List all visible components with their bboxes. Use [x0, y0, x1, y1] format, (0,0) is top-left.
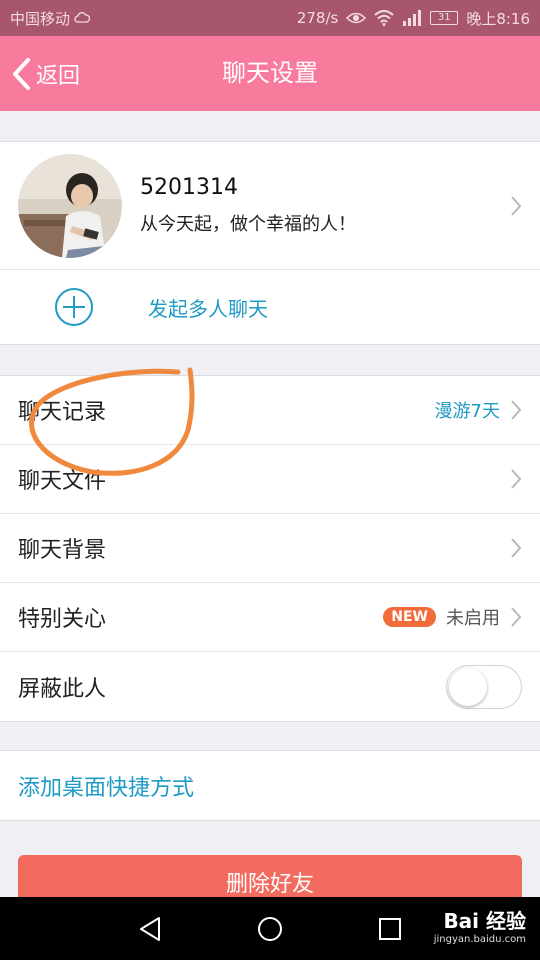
chevron-right-icon: [511, 400, 522, 420]
chat-files-label: 聊天文件: [18, 469, 107, 494]
chevron-right-icon: [511, 195, 522, 216]
watermark: Bai 经验 jingyan.baidu.com: [434, 905, 526, 945]
block-user-label: 屏蔽此人: [18, 676, 107, 702]
shortcut-section: 添加桌面快捷方式: [0, 750, 540, 821]
nav-home-button[interactable]: [235, 897, 305, 960]
back-label: 返回: [36, 63, 81, 89]
avatar-image: [18, 153, 122, 258]
chat-background-row[interactable]: 聊天背景: [0, 514, 540, 583]
status-time: 晚上8:16: [466, 9, 530, 28]
start-group-chat-label: 发起多人聊天: [148, 296, 268, 321]
chat-files-row[interactable]: 聊天文件: [0, 445, 540, 514]
avatar: [18, 153, 122, 258]
back-button[interactable]: 返回: [10, 36, 80, 111]
block-user-row: 屏蔽此人: [0, 652, 540, 721]
title-bar: 返回 聊天设置: [0, 36, 540, 111]
watermark-url: jingyan.baidu.com: [433, 934, 526, 945]
network-speed: 278/s: [296, 9, 339, 27]
nav-recents-button[interactable]: [355, 897, 425, 960]
chat-background-label: 聊天背景: [18, 538, 107, 563]
profile-info: 5201314 从今天起，做个幸福的人！: [140, 175, 356, 236]
square-recents-icon: [379, 917, 401, 940]
chat-history-row[interactable]: 聊天记录 漫游7天: [0, 376, 540, 445]
special-care-label: 特别关心: [18, 607, 107, 632]
status-carrier: 中国移动: [10, 8, 91, 29]
toggle-knob: [449, 667, 487, 706]
profile-row[interactable]: 5201314 从今天起，做个幸福的人！: [0, 142, 540, 270]
chat-history-label: 聊天记录: [18, 400, 107, 425]
profile-section: 5201314 从今天起，做个幸福的人！ 发起多人聊天: [0, 141, 540, 345]
nav-back-button[interactable]: [115, 897, 185, 960]
status-right: 278/s 31 晚上8:16: [297, 8, 530, 29]
new-badge: NEW: [383, 607, 436, 627]
wifi-icon: [374, 10, 394, 26]
status-bar: 中国移动 278/s 31 晚上8:16: [0, 0, 540, 36]
circle-home-icon: [258, 916, 282, 941]
carrier-name: 中国移动: [10, 9, 71, 28]
eye-icon: [346, 12, 367, 24]
navigation-bar: Bai 经验 jingyan.baidu.com: [0, 897, 540, 960]
battery-level: 31: [437, 12, 451, 23]
profile-name: 5201314: [140, 175, 238, 200]
chat-history-value: 漫游7天: [434, 401, 500, 422]
special-care-value: 未启用: [446, 608, 500, 629]
block-user-toggle[interactable]: [446, 664, 522, 709]
add-shortcut-row[interactable]: 添加桌面快捷方式: [0, 751, 540, 820]
start-group-chat-row[interactable]: 发起多人聊天: [0, 270, 540, 344]
triangle-back-icon: [140, 916, 160, 941]
cloud-icon: [74, 12, 91, 23]
special-care-row[interactable]: 特别关心 NEW 未启用: [0, 583, 540, 652]
plus-circle-icon: [55, 288, 93, 326]
add-shortcut-label: 添加桌面快捷方式: [18, 775, 195, 801]
page-title: 聊天设置: [222, 59, 318, 87]
signal-icon: [403, 10, 422, 26]
chevron-left-icon: [13, 57, 30, 90]
chevron-right-icon: [511, 469, 522, 489]
battery-icon: 31: [430, 11, 459, 25]
watermark-brand: Bai 经验: [443, 909, 526, 933]
profile-motto: 从今天起，做个幸福的人！: [140, 214, 356, 235]
chevron-right-icon: [511, 607, 522, 627]
chevron-right-icon: [511, 538, 522, 558]
chat-settings-section: 聊天记录 漫游7天 聊天文件 聊天背景 特别关心 NEW 未启用 屏蔽此人: [0, 375, 540, 722]
